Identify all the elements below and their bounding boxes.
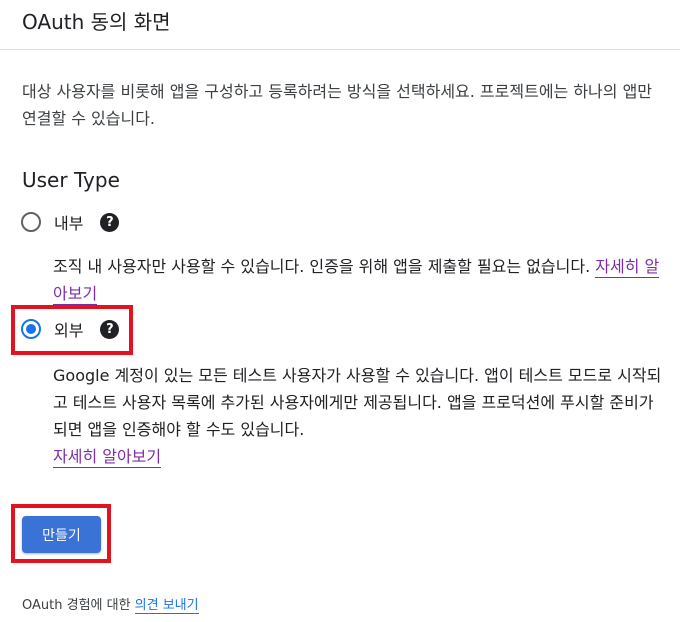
radio-internal[interactable] <box>21 212 41 232</box>
help-icon[interactable]: ? <box>100 212 120 232</box>
send-feedback-link[interactable]: 의견 보내기 <box>134 598 199 614</box>
feedback-line: OAuth 경험에 대한 의견 보내기 <box>22 594 199 614</box>
internal-description: 조직 내 사용자만 사용할 수 있습니다. 인증을 위해 앱을 제출할 필요는 … <box>53 253 663 307</box>
page-title: OAuth 동의 화면 <box>22 10 171 34</box>
external-description: Google 계정이 있는 모든 테스트 사용자가 사용할 수 있습니다. 앱이… <box>53 362 663 470</box>
radio-external-label: 외부 <box>54 321 84 340</box>
user-type-title: User Type <box>22 168 120 192</box>
learn-more-link-external[interactable]: 자세히 알아보기 <box>53 447 162 468</box>
radio-internal-label: 내부 <box>54 214 84 233</box>
radio-external[interactable] <box>21 319 41 339</box>
internal-description-text: 조직 내 사용자만 사용할 수 있습니다. 인증을 위해 앱을 제출할 필요는 … <box>53 257 596 276</box>
feedback-prefix: OAuth 경험에 대한 <box>22 598 135 613</box>
radio-option-external[interactable]: 외부 ? <box>18 314 120 344</box>
create-button[interactable]: 만들기 <box>22 516 101 553</box>
page-description: 대상 사용자를 비롯해 앱을 구성하고 등록하려는 방식을 선택하세요. 프로젝… <box>22 82 653 128</box>
help-icon[interactable]: ? <box>100 319 120 339</box>
external-description-text: Google 계정이 있는 모든 테스트 사용자가 사용할 수 있습니다. 앱이… <box>53 366 662 439</box>
page-header: OAuth 동의 화면 <box>0 0 680 50</box>
radio-option-internal[interactable]: 내부 ? <box>18 207 120 237</box>
